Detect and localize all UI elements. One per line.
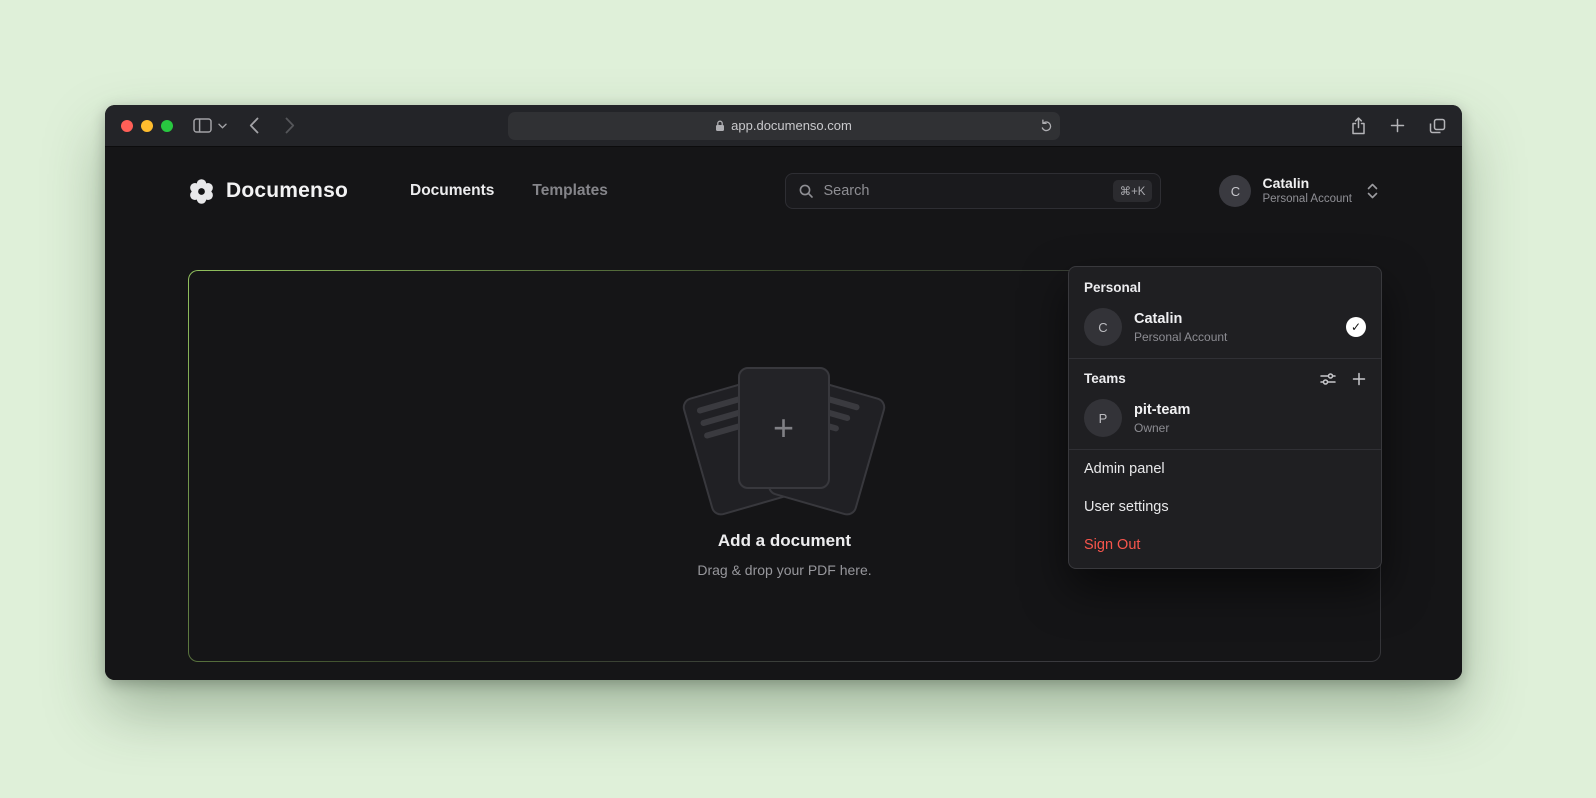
search-icon: [798, 183, 814, 199]
manage-teams-icon[interactable]: [1320, 372, 1336, 386]
search-input[interactable]: [823, 183, 1103, 199]
document-stack-illustration: +: [680, 355, 890, 507]
app-header: Documenso Documents Templates ⌘+K C: [105, 147, 1462, 209]
window-controls: [121, 120, 173, 132]
dropzone-subtitle: Drag & drop your PDF here.: [697, 562, 871, 578]
selected-check-icon: ✓: [1346, 317, 1366, 337]
nav-item-documents[interactable]: Documents: [410, 182, 494, 200]
lock-icon: [715, 120, 725, 132]
menu-item-admin-panel[interactable]: Admin panel: [1069, 450, 1381, 488]
team-role: Owner: [1134, 421, 1190, 435]
menu-section-teams: Teams: [1084, 371, 1126, 386]
personal-account-avatar: C: [1084, 308, 1122, 346]
documenso-logo[interactable]: Documenso: [188, 178, 348, 205]
browser-window: app.documenso.com: [105, 105, 1462, 680]
account-name: Catalin: [1262, 175, 1352, 192]
account-menu-button[interactable]: C Catalin Personal Account: [1219, 175, 1378, 207]
documenso-page: Documenso Documents Templates ⌘+K C: [105, 147, 1462, 680]
menu-item-user-settings[interactable]: User settings: [1069, 488, 1381, 526]
zoom-window-button[interactable]: [161, 120, 173, 132]
personal-account-name: Catalin: [1134, 310, 1227, 328]
add-document-plus-icon: +: [773, 410, 794, 446]
browser-titlebar: app.documenso.com: [105, 105, 1462, 147]
address-bar[interactable]: app.documenso.com: [508, 112, 1060, 140]
tab-overview-icon[interactable]: [1429, 118, 1446, 134]
account-avatar: C: [1219, 175, 1251, 207]
menu-team-item[interactable]: P pit-team Owner: [1069, 394, 1381, 449]
search-shortcut-badge: ⌘+K: [1113, 180, 1153, 202]
address-bar-url: app.documenso.com: [731, 118, 852, 133]
close-window-button[interactable]: [121, 120, 133, 132]
share-icon[interactable]: [1351, 117, 1366, 135]
team-name: pit-team: [1134, 401, 1190, 419]
documenso-logo-icon: [188, 178, 215, 205]
menu-personal-account-item[interactable]: C Catalin Personal Account ✓: [1069, 303, 1381, 358]
personal-account-subtitle: Personal Account: [1134, 330, 1227, 344]
sidebar-toggle-icon[interactable]: [193, 118, 212, 133]
dropzone-title: Add a document: [718, 531, 851, 551]
create-team-plus-icon[interactable]: [1352, 372, 1366, 386]
account-dropdown-menu: Personal C Catalin Personal Account ✓ Te…: [1068, 266, 1382, 569]
minimize-window-button[interactable]: [141, 120, 153, 132]
search-box[interactable]: ⌘+K: [785, 173, 1161, 209]
reload-icon[interactable]: [1039, 119, 1052, 132]
chevron-up-down-icon: [1367, 182, 1378, 200]
back-button-icon[interactable]: [249, 117, 259, 134]
menu-item-sign-out[interactable]: Sign Out: [1069, 526, 1381, 568]
account-subtitle: Personal Account: [1262, 193, 1352, 207]
sidebar-chevron-down-icon[interactable]: [218, 123, 227, 129]
new-tab-icon[interactable]: [1390, 118, 1405, 133]
menu-section-personal: Personal: [1069, 269, 1381, 303]
team-avatar: P: [1084, 399, 1122, 437]
document-card-center: +: [738, 367, 830, 489]
primary-nav: Documents Templates: [410, 182, 608, 200]
brand-name: Documenso: [226, 179, 348, 203]
forward-button-icon[interactable]: [285, 117, 295, 134]
nav-item-templates[interactable]: Templates: [532, 182, 608, 200]
